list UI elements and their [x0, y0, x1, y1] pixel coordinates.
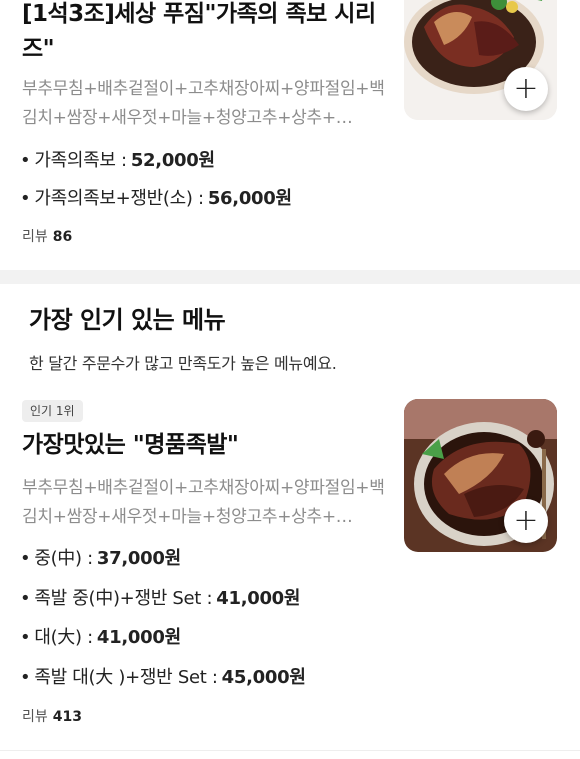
price-option: • 중(中) :37,000원 — [20, 548, 181, 569]
bottom-divider — [0, 750, 580, 751]
price-option-amount: 52,000원 — [130, 150, 215, 171]
menu-item-description: 부추무침+배추겉절이+고추채장아찌+양파절임+백김치+쌈장+새우젓+마늘+청양고… — [22, 478, 385, 527]
price-option-amount: 56,000원 — [207, 188, 292, 209]
price-option: • 가족의족보+쟁반(소) :56,000원 — [20, 188, 292, 209]
add-to-cart-button[interactable]: + — [504, 67, 548, 111]
menu-item-description: 부추무침+배추겉절이+고추채장아찌+양파절임+백김치+쌈장+새우젓+마늘+청양고… — [22, 79, 385, 128]
section-divider — [0, 270, 580, 284]
price-option: • 족발 대(大 )+쟁반 Set :45,000원 — [20, 667, 306, 688]
price-option-label: 대(大) : — [34, 627, 93, 648]
price-option-amount: 41,000원 — [96, 627, 181, 648]
add-to-cart-button[interactable]: + — [504, 499, 548, 543]
price-option-amount: 45,000원 — [221, 667, 306, 688]
price-option: • 대(大) :41,000원 — [20, 627, 181, 648]
price-option-amount: 37,000원 — [96, 548, 181, 569]
price-option-amount: 41,000원 — [216, 588, 301, 609]
price-option: • 족발 중(中)+쟁반 Set :41,000원 — [20, 588, 301, 609]
section-title: 가장 인기 있는 메뉴 — [29, 306, 226, 334]
menu-item-name: 가장맛있는 "명품족발" — [22, 432, 239, 458]
price-option-label: 중(中) : — [34, 548, 93, 569]
plus-icon: + — [513, 503, 539, 538]
menu-item-name: [1석3조]세상 푸짐"가족의 족보 시리즈" — [22, 1, 376, 62]
price-option-label: 족발 대(大 )+쟁반 Set : — [34, 667, 218, 688]
price-option: • 가족의족보 :52,000원 — [20, 150, 215, 171]
price-option-label: 가족의족보+쟁반(소) : — [34, 188, 204, 209]
rank-badge: 인기 1위 — [22, 400, 83, 422]
plus-icon: + — [513, 71, 539, 106]
section-subtitle: 한 달간 주문수가 많고 만족도가 높은 메뉴예요. — [29, 354, 337, 373]
review-count: 리뷰 413 — [22, 709, 82, 725]
price-option-label: 족발 중(中)+쟁반 Set : — [34, 588, 213, 609]
review-count: 리뷰 86 — [22, 229, 73, 245]
menu-item-family-jokbo[interactable]: [1석3조]세상 푸짐"가족의 족보 시리즈" 부추무침+배추겉절이+고추채장아… — [0, 0, 580, 262]
price-option-label: 가족의족보 : — [34, 150, 127, 171]
